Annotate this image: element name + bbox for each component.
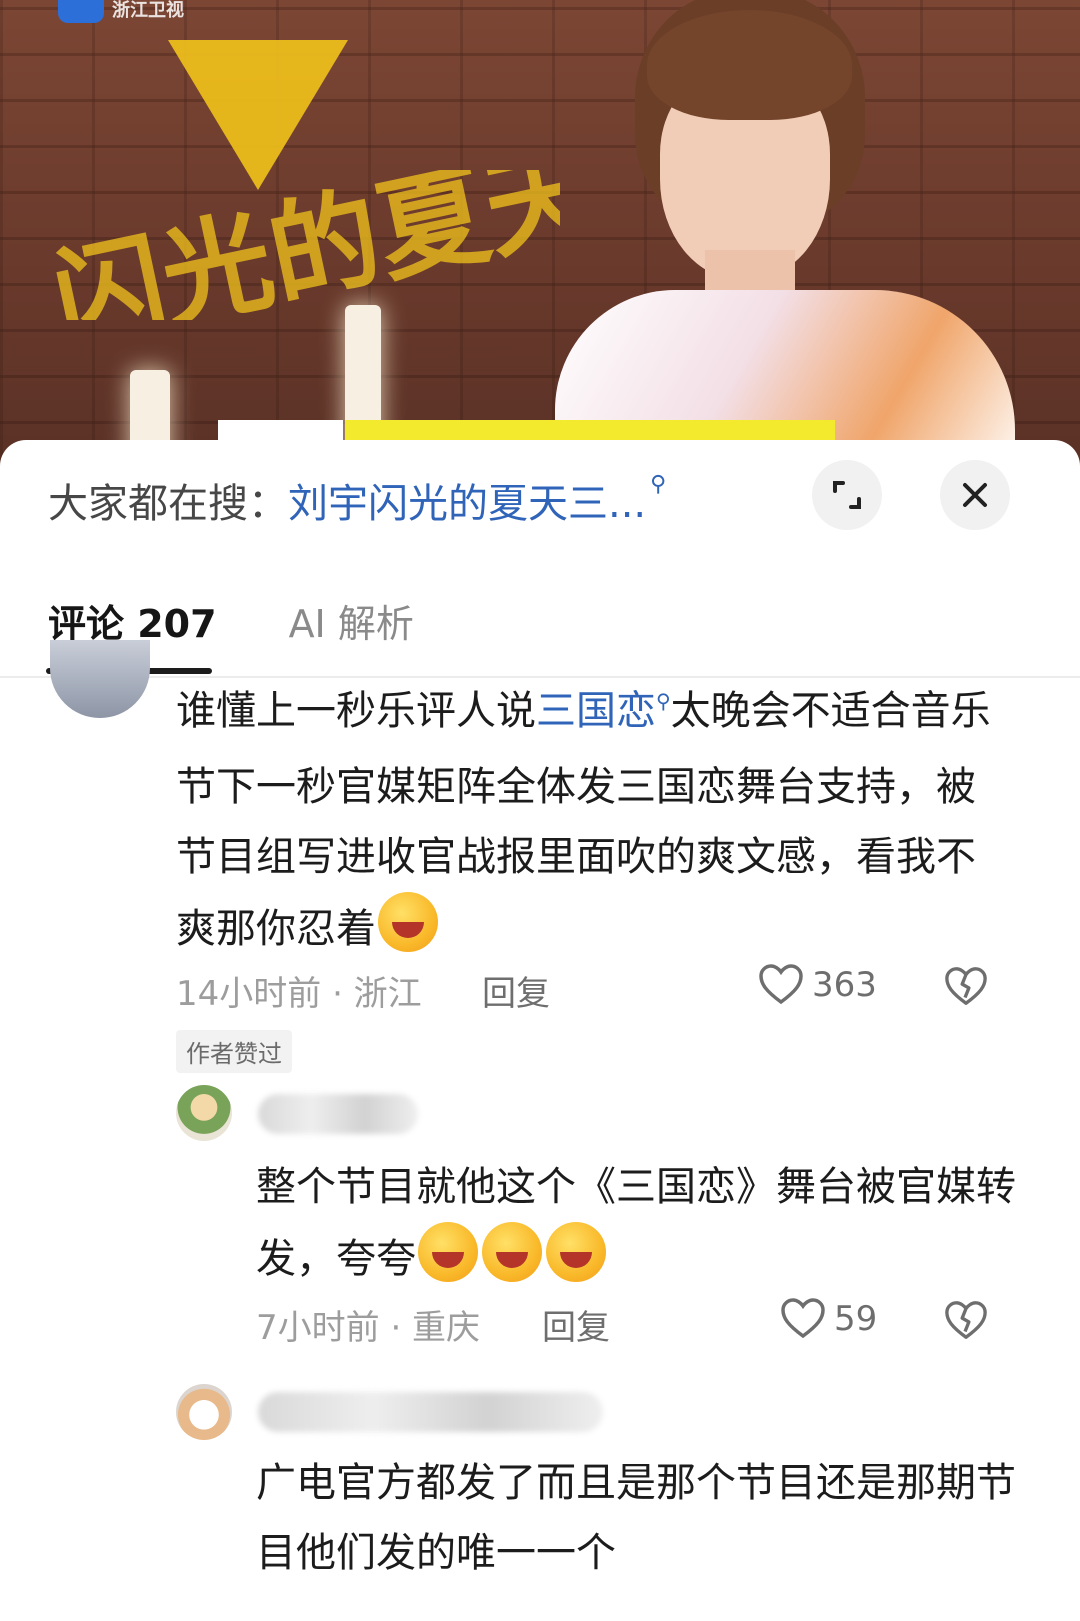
avatar[interactable] — [50, 640, 150, 718]
heart-icon — [759, 964, 803, 1005]
show-title-text: 闪光的夏天 — [43, 170, 560, 320]
video-player[interactable]: 浙江卫视 闪光的夏天 — [0, 0, 1080, 470]
channel-logo-text: 浙江卫视 — [112, 0, 184, 21]
comment-text: 谁懂上一秒乐评人说三国恋⚲太晚会不适合音乐节下一秒官媒矩阵全体发三国恋舞台支持，… — [176, 676, 1006, 964]
expand-icon — [833, 481, 861, 509]
search-icon: ⚲ — [656, 689, 671, 713]
tab-ai-analysis[interactable]: AI 解析 — [289, 593, 414, 648]
comments-sheet: 大家都在搜： 刘宇闪光的夏天三... ⚲ 评论 207 AI 解析 谁懂上一秒乐… — [0, 440, 1080, 1621]
like-count: 363 — [812, 965, 877, 1005]
like-button[interactable]: 363 — [758, 964, 877, 1006]
reply-button[interactable]: 回复 — [482, 966, 550, 1015]
comment-keyword-link[interactable]: 三国恋 — [536, 688, 656, 734]
reply-button[interactable]: 回复 — [542, 1300, 610, 1349]
speaker-figure — [555, 0, 1015, 470]
avatar[interactable] — [176, 1085, 232, 1141]
comment-text-part: 整个节目就他这个《三国恋》舞台被官媒转发，夸夸 — [256, 1164, 1016, 1282]
comment-text-part: 谁懂上一秒乐评人说 — [176, 688, 536, 734]
comment-text: 整个节目就他这个《三国恋》舞台被官媒转发，夸夸 — [256, 1152, 1016, 1294]
trending-search-query[interactable]: 刘宇闪光的夏天三... — [288, 471, 646, 529]
comment-meta: 14小时前 · 浙江 — [176, 974, 422, 1014]
like-count: 59 — [834, 1299, 878, 1339]
channel-logo: 浙江卫视 — [58, 0, 208, 24]
like-button[interactable]: 59 — [780, 1298, 877, 1340]
emoji-icon — [482, 1222, 542, 1282]
comment-text: 广电官方都发了而且是那个节目还是那期节目他们发的唯一一个 — [256, 1448, 1016, 1588]
close-button[interactable] — [940, 460, 1010, 530]
show-logo-triangle — [168, 40, 348, 190]
search-icon: ⚲ — [650, 471, 667, 497]
channel-logo-mark — [58, 0, 104, 23]
trending-search-label: 大家都在搜： — [48, 481, 288, 527]
dislike-icon[interactable] — [944, 1300, 988, 1342]
comment-meta: 7小时前 · 重庆 — [256, 1308, 481, 1348]
expand-button[interactable] — [812, 460, 882, 530]
close-icon — [963, 483, 987, 507]
emoji-icon — [378, 892, 438, 952]
username-blurred — [258, 1094, 418, 1134]
emoji-icon — [418, 1222, 478, 1282]
author-liked-badge: 作者赞过 — [176, 1030, 292, 1073]
emoji-icon — [546, 1222, 606, 1282]
dislike-icon[interactable] — [944, 966, 988, 1008]
username-blurred — [258, 1392, 603, 1432]
trending-search[interactable]: 大家都在搜： 刘宇闪光的夏天三... ⚲ — [48, 472, 666, 528]
show-title-artwork: 闪光的夏天 — [43, 170, 560, 320]
avatar[interactable] — [176, 1384, 232, 1440]
heart-icon — [781, 1298, 825, 1339]
comment-text-part: 广电官方都发了而且是那个节目还是那期节目他们发的唯一一个 — [256, 1460, 1016, 1576]
